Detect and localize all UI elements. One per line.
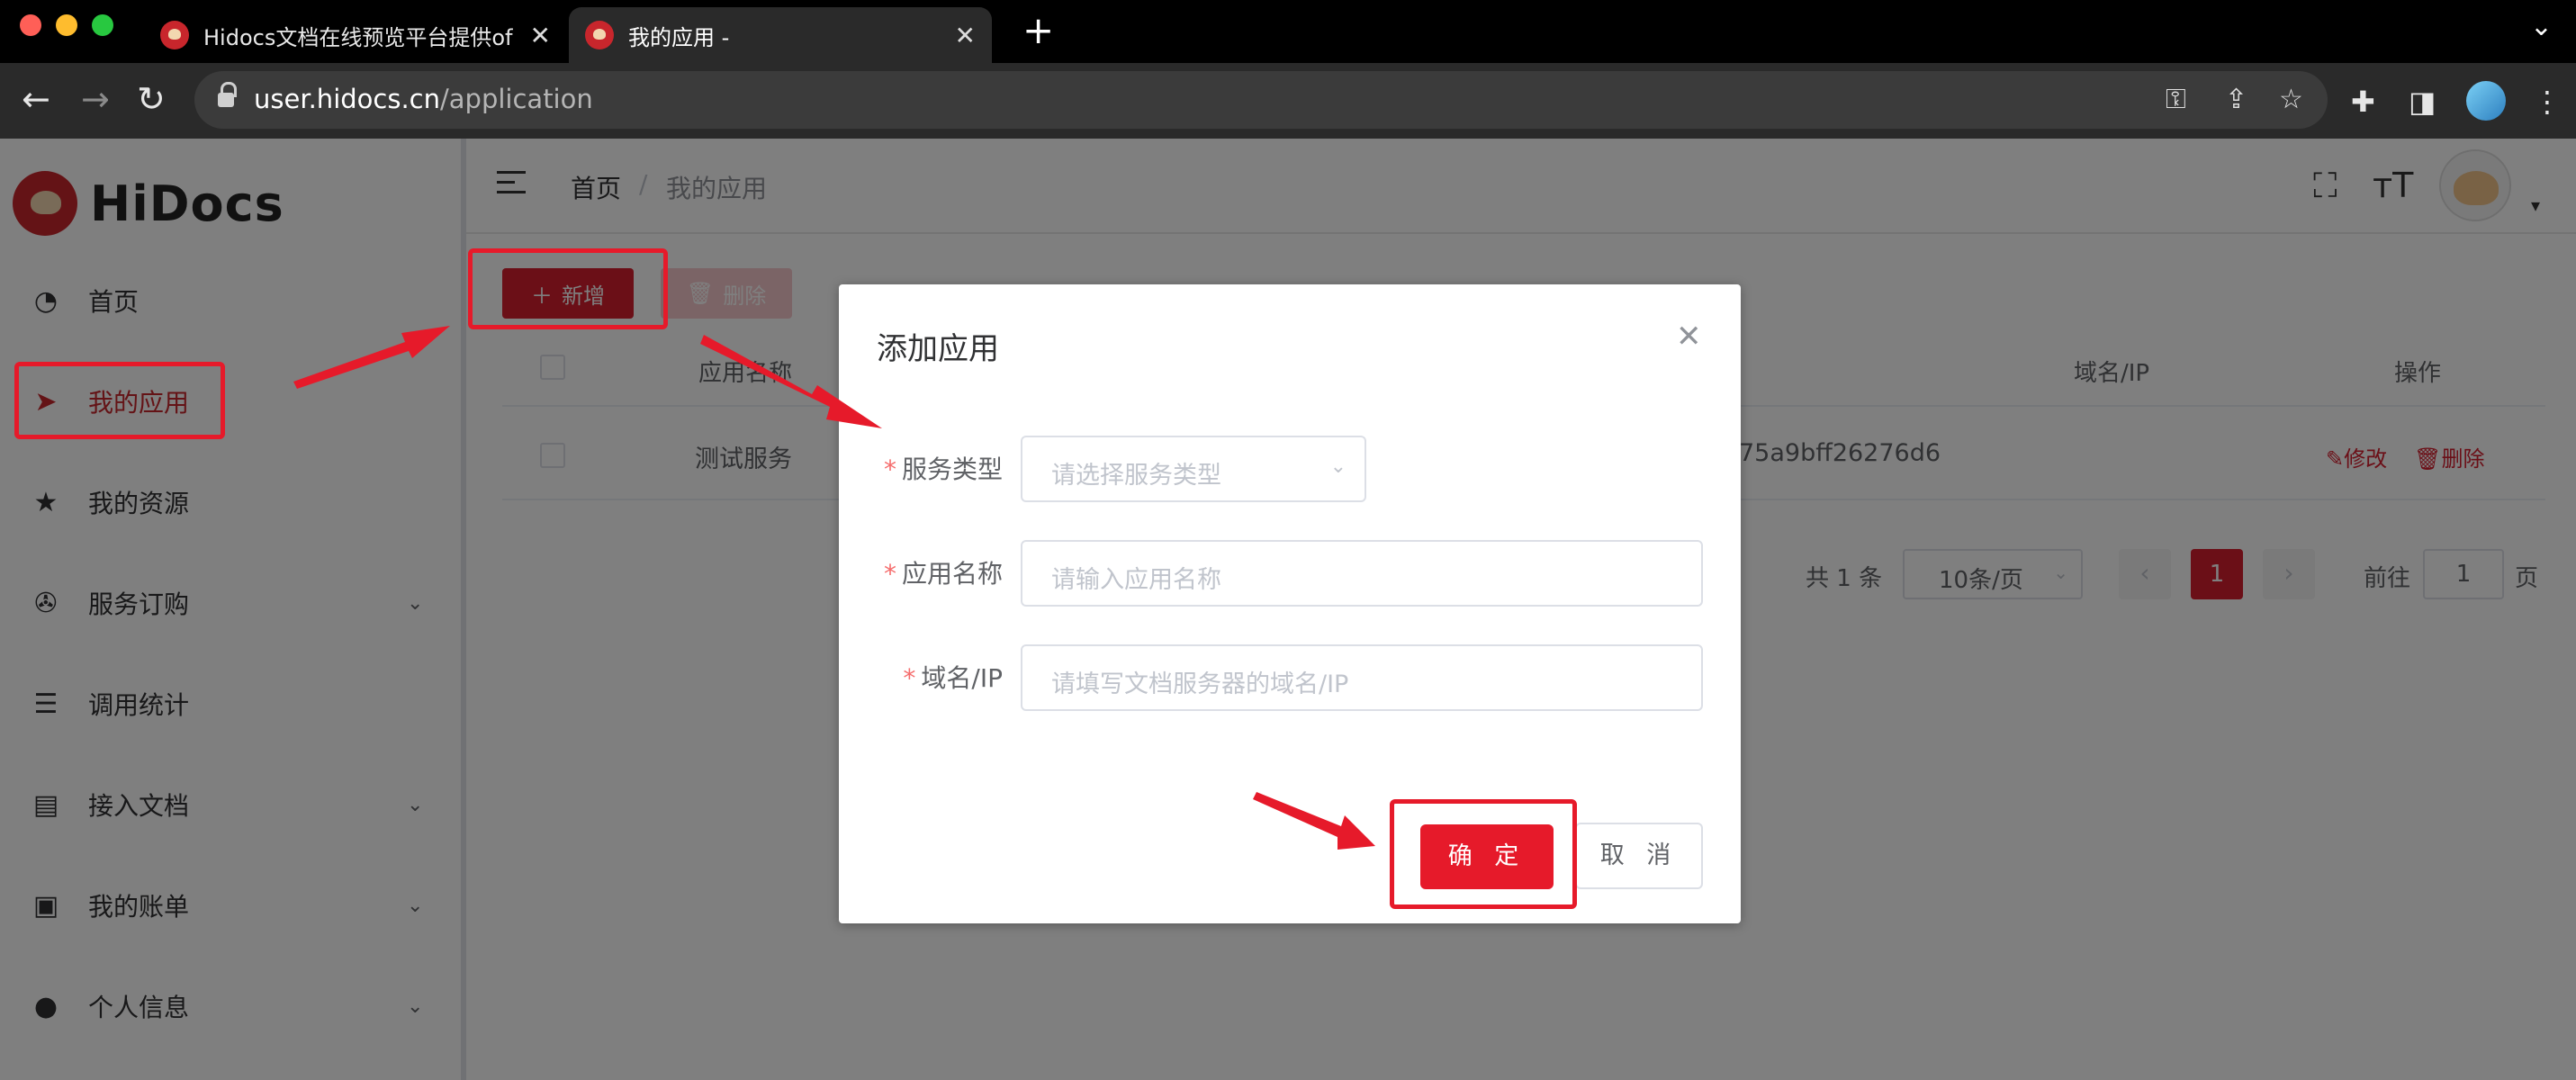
more-icon[interactable]: ⋮ [2533,85,2562,119]
address-bar[interactable]: user.hidocs.cn/application ⚿ ⇪ ☆ [194,71,2328,129]
close-window-button[interactable] [20,14,41,36]
sidepanel-icon[interactable]: ◨ [2409,85,2436,119]
service-type-placeholder: 请选择服务类型 [1051,462,1221,490]
domain-label: * 域名/IP [903,663,1003,693]
maximize-window-button[interactable] [92,14,113,36]
key-icon[interactable]: ⚿ [2166,84,2186,115]
highlight-box-sidebar-my-apps [14,362,225,439]
app-name-input[interactable]: 请输入应用名称 [1021,540,1703,607]
tab-title: Hidocs文档在线预览平台提供of [203,24,513,50]
close-tab-icon[interactable]: ✕ [955,21,976,50]
share-icon[interactable]: ⇪ [2225,84,2247,115]
new-tab-button[interactable]: + [1022,9,1054,52]
back-icon[interactable]: ← [22,79,50,119]
app-name-placeholder: 请输入应用名称 [1051,566,1221,594]
highlight-box-add-button [468,248,668,329]
app-name-label: * 应用名称 [883,559,1003,589]
extensions-icon[interactable]: ✚ [2351,85,2375,119]
profile-avatar[interactable] [2466,81,2506,121]
browser-tab-bar: Hidocs文档在线预览平台提供of ✕ 我的应用 - ✕ + ⌄ [0,0,2576,63]
hidocs-favicon [585,21,614,50]
lock-icon[interactable] [218,82,237,109]
browser-tab-hidocs[interactable]: Hidocs文档在线预览平台提供of ✕ [144,7,567,63]
domain-input[interactable]: 请填写文档服务器的域名/IP [1021,644,1703,711]
reload-icon[interactable]: ↻ [137,79,166,119]
service-type-select[interactable]: 请选择服务类型 ⌄ [1021,436,1366,502]
forward-icon[interactable]: → [81,79,110,119]
close-tab-icon[interactable]: ✕ [530,21,551,50]
browser-tab-my-apps[interactable]: 我的应用 - ✕ [569,7,992,63]
close-icon[interactable]: ✕ [1676,319,1702,355]
tab-title: 我的应用 - [628,24,730,50]
dialog-title: 添加应用 [877,331,999,367]
hidocs-favicon [160,21,189,50]
star-icon[interactable]: ☆ [2279,84,2303,115]
cancel-button[interactable]: 取 消 [1575,823,1703,889]
url-text: user.hidocs.cn/application [254,84,593,114]
highlight-box-confirm-button [1390,799,1577,909]
chevron-down-icon: ⌄ [1329,455,1347,478]
minimize-window-button[interactable] [56,14,77,36]
tab-search-chevron-icon[interactable]: ⌄ [2530,11,2553,42]
add-app-dialog: 添加应用 ✕ * 服务类型 请选择服务类型 ⌄ * 应用名称 请输入应用名称 * 域名… [839,284,1741,923]
browser-toolbar: ← → ↻ user.hidocs.cn/application ⚿ ⇪ ☆ ✚… [0,63,2576,139]
domain-placeholder: 请填写文档服务器的域名/IP [1051,670,1349,698]
service-type-label: * 服务类型 [883,454,1003,484]
